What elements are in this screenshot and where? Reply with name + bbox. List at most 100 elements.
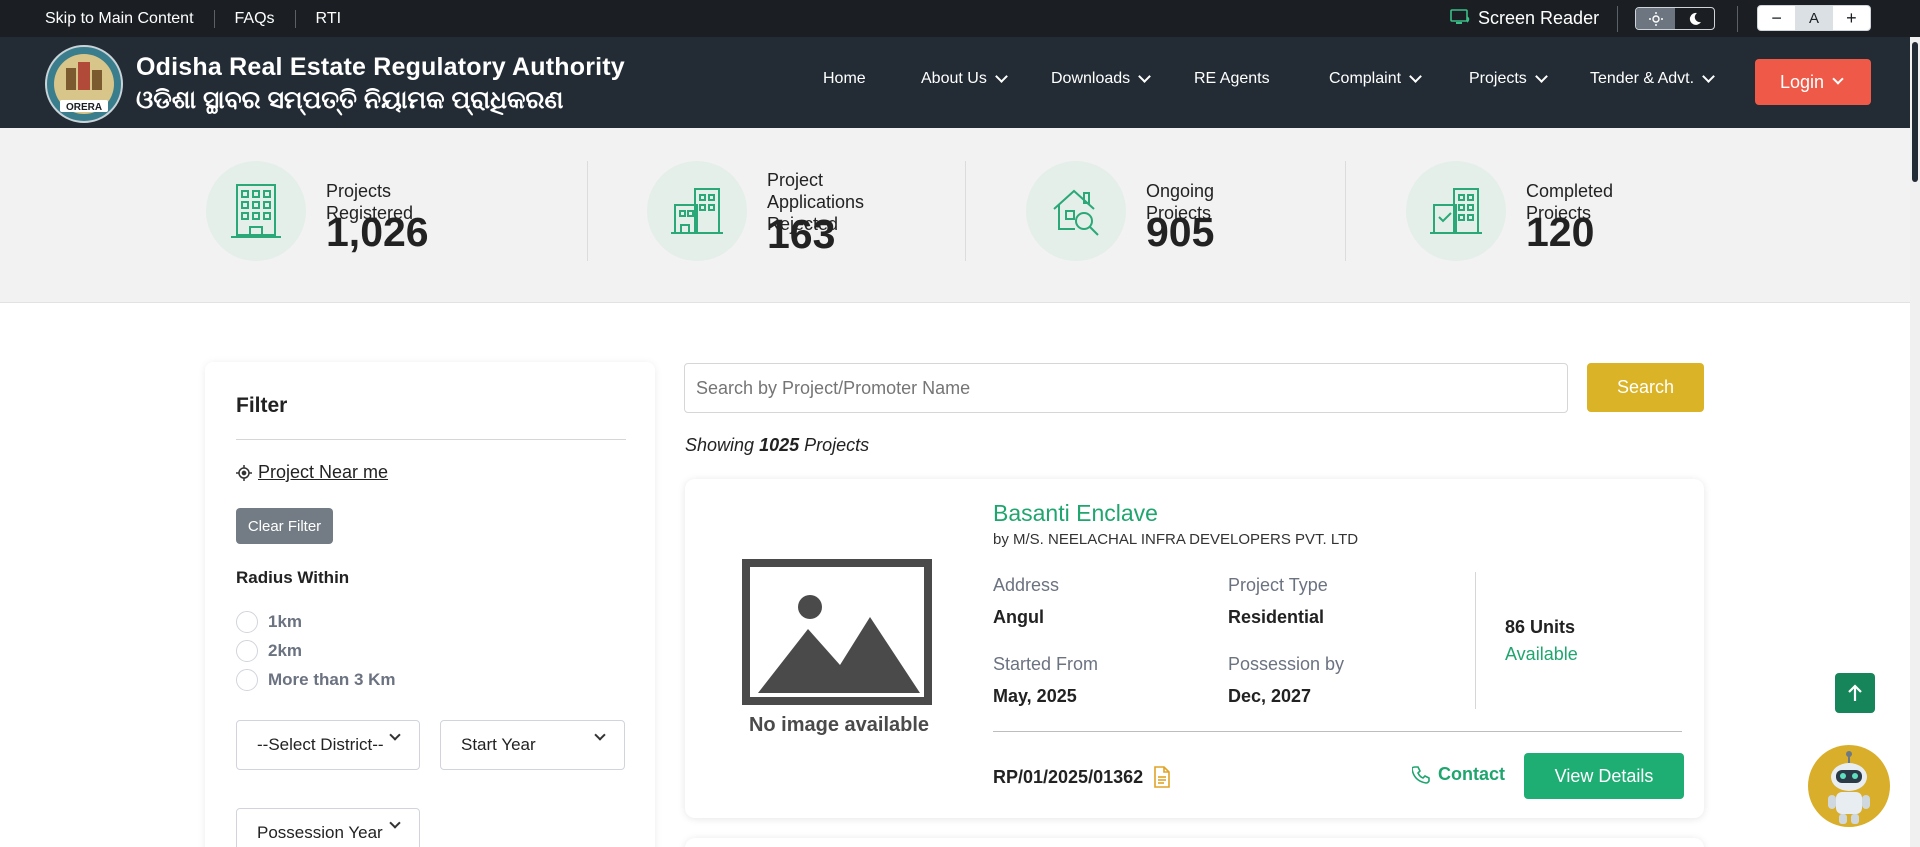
divider: [1475, 572, 1476, 709]
contact-label: Contact: [1438, 764, 1505, 784]
font-increase-button[interactable]: +: [1833, 6, 1870, 30]
search-input[interactable]: Search by Project/Promoter Name: [684, 363, 1568, 413]
divider: [993, 731, 1682, 732]
radio-button[interactable]: [236, 640, 258, 662]
rejected-buildings-icon: [671, 188, 723, 234]
font-decrease-button[interactable]: −: [1758, 6, 1795, 30]
filter-title: Filter: [236, 394, 288, 417]
separator: [1617, 6, 1618, 32]
project-name-link[interactable]: Basanti Enclave: [993, 500, 1158, 527]
screen-reader-link[interactable]: Screen Reader: [1450, 6, 1599, 30]
registration-number: RP/01/2025/01362: [993, 766, 1171, 788]
image-placeholder-icon: [758, 595, 920, 693]
screen-reader-icon: [1450, 9, 1470, 24]
nav-complaint[interactable]: Complaint: [1329, 69, 1424, 88]
page-scrollbar[interactable]: [1910, 37, 1920, 847]
clear-filter-button[interactable]: Clear Filter: [236, 508, 333, 544]
stat-value: 163: [767, 211, 836, 257]
brand-title[interactable]: Odisha Real Estate Regulatory Authority …: [136, 53, 625, 115]
chatbot-button[interactable]: [1808, 745, 1890, 827]
radio-button[interactable]: [236, 611, 258, 633]
theme-toggle[interactable]: [1635, 7, 1715, 30]
radius-option-2km[interactable]: 2km: [236, 640, 302, 662]
possession-by-label: Possession by: [1228, 654, 1345, 674]
project-type-label: Project Type: [1228, 575, 1328, 595]
scroll-to-top-button[interactable]: [1835, 673, 1875, 713]
registration-number-value: RP/01/2025/01362: [993, 766, 1144, 787]
chevron-down-icon: [1832, 73, 1844, 85]
stat-value: 905: [1146, 209, 1215, 255]
orera-logo[interactable]: ORERA: [44, 44, 124, 124]
document-icon[interactable]: [1153, 766, 1171, 788]
image-frame: [742, 559, 932, 705]
possession-year-select-value: Possession Year: [257, 823, 383, 842]
location-target-icon: [236, 464, 252, 481]
divider: [587, 161, 588, 261]
rti-link[interactable]: RTI: [296, 10, 361, 28]
nav-downloads[interactable]: Downloads: [1051, 69, 1153, 88]
sun-icon: [1648, 11, 1663, 26]
contact-button[interactable]: Contact: [1412, 764, 1505, 785]
skip-to-main-link[interactable]: Skip to Main Content: [45, 9, 215, 28]
project-type-value: Residential: [1228, 607, 1325, 627]
divider: [236, 439, 626, 440]
login-label: Login: [1779, 71, 1825, 92]
search-placeholder: Search by Project/Promoter Name: [696, 377, 971, 398]
building-icon: [231, 184, 281, 238]
font-reset-button[interactable]: A: [1795, 6, 1833, 30]
nav-home-label: Home: [823, 70, 866, 87]
nav-tender-advt-label: Tender & Advt.: [1590, 70, 1695, 87]
search-button[interactable]: Search: [1587, 363, 1704, 412]
address-value: Angul: [993, 607, 1044, 627]
started-from-value: May, 2025: [993, 686, 1077, 706]
radius-option-3km-plus[interactable]: More than 3 Km: [236, 669, 396, 691]
results-suffix: Projects: [804, 435, 870, 455]
stat-value: 120: [1526, 209, 1595, 255]
radius-option-label: More than 3 Km: [268, 670, 396, 689]
units-count: 86 Units: [1505, 617, 1576, 637]
no-image-placeholder: No image available: [742, 559, 936, 745]
start-year-select[interactable]: Start Year: [440, 720, 625, 770]
radius-option-1km[interactable]: 1km: [236, 611, 302, 633]
availability-status: Available: [1505, 644, 1578, 664]
nav-projects[interactable]: Projects: [1469, 69, 1550, 88]
nav-home[interactable]: Home: [823, 70, 866, 88]
scrollbar-thumb[interactable]: [1912, 42, 1918, 182]
stats-banner: Projects Registered 1,026 Project Applic…: [0, 128, 1910, 303]
faqs-link[interactable]: FAQs: [215, 9, 296, 28]
view-details-button[interactable]: View Details: [1524, 753, 1684, 799]
separator: [1737, 6, 1738, 32]
chevron-down-icon: [1534, 69, 1548, 83]
address-label: Address: [993, 575, 1060, 595]
no-image-caption: No image available: [748, 714, 930, 736]
radio-button[interactable]: [236, 669, 258, 691]
stat-icon-circle: [206, 161, 306, 261]
login-button[interactable]: Login: [1755, 59, 1871, 105]
possession-year-select[interactable]: Possession Year: [236, 808, 420, 847]
district-select[interactable]: --Select District--: [236, 720, 420, 770]
chevron-down-icon: [389, 729, 401, 741]
light-mode-button[interactable]: [1636, 8, 1675, 29]
project-card: [685, 838, 1704, 847]
chevron-down-icon: [389, 817, 401, 829]
dark-mode-button[interactable]: [1675, 8, 1714, 29]
nav-about-us-label: About Us: [921, 70, 987, 87]
chevron-down-icon: [1702, 69, 1715, 83]
radius-option-label: 2km: [268, 641, 303, 660]
nav-re-agents[interactable]: RE Agents: [1194, 70, 1270, 88]
stat-icon-circle: [1026, 161, 1126, 261]
main-header: ORERA Odisha Real Estate Regulatory Auth…: [0, 37, 1920, 128]
arrow-up-icon: [1848, 684, 1862, 701]
nav-tender-advt[interactable]: Tender & Advt.: [1590, 69, 1717, 88]
project-near-me-link[interactable]: Project Near me: [236, 462, 388, 483]
robot-icon: [1828, 751, 1870, 824]
chevron-down-icon: [594, 729, 606, 741]
stat-icon-circle: [647, 161, 747, 261]
brand-name-odia: ଓଡିଶା ସ୍ଥାବର ସମ୍ପତ୍ତି ନିୟାମକ ପ୍ରାଧିକରଣ: [136, 86, 564, 114]
divider: [965, 161, 966, 261]
nav-about-us[interactable]: About Us: [921, 69, 1010, 88]
house-search-icon: [1053, 189, 1099, 236]
chevron-down-icon: [1409, 69, 1422, 83]
phone-icon: [1412, 765, 1430, 784]
possession-by-value: Dec, 2027: [1228, 686, 1312, 706]
